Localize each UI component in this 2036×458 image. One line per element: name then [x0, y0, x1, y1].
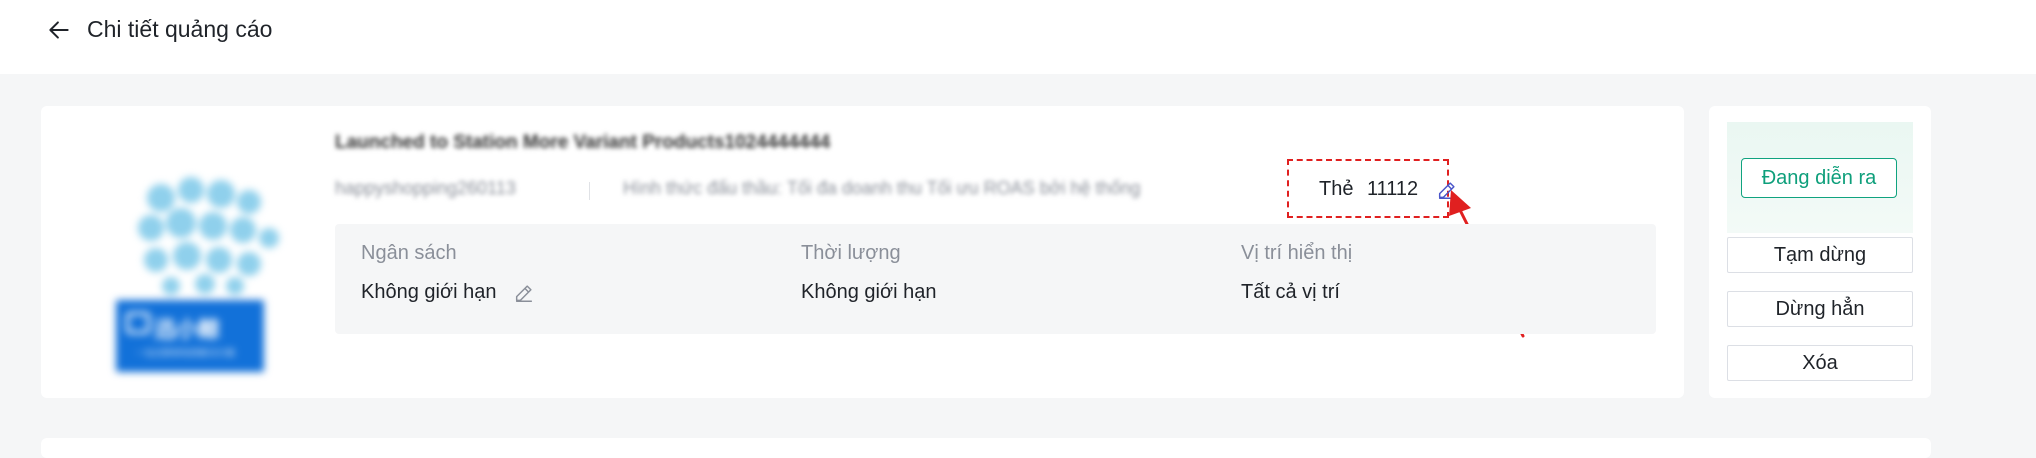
placement-value: Tất cả vị trí [1241, 281, 1340, 303]
status-area: Đang diễn ra [1727, 122, 1913, 233]
placement-label: Vị trí hiển thị [1241, 242, 1353, 264]
ad-title: Launched to Station More Variant Product… [335, 132, 831, 153]
tag-value: 11112 [1367, 178, 1419, 200]
package-icon [126, 312, 150, 334]
ad-detail-card: 迅小鲸 一站式跨境电商解决方案 Launched to Station More… [41, 106, 1684, 398]
header-bar: Chi tiết quảng cáo [0, 0, 2036, 74]
page-title: Chi tiết quảng cáo [87, 16, 273, 42]
meta-divider [589, 182, 590, 200]
ad-thumbnail[interactable]: 迅小鲸 一站式跨境电商解决方案 [101, 160, 311, 372]
bidding-method: Hình thức đấu thầu: Tối đa doanh thu Tối… [623, 178, 1141, 198]
tag-label: Thẻ [1319, 178, 1354, 200]
pause-button[interactable]: Tạm dừng [1727, 237, 1913, 273]
thumbnail-brand: 迅小鲸 [154, 317, 221, 342]
next-section-card [41, 438, 1931, 458]
stop-button[interactable]: Dừng hẳn [1727, 291, 1913, 327]
duration-value: Không giới hạn [801, 281, 937, 303]
delete-button[interactable]: Xóa [1727, 345, 1913, 381]
thumbnail-slogan: 一站式跨境电商解决方案 [136, 348, 236, 358]
status-badge: Đang diễn ra [1741, 158, 1897, 198]
edit-budget-icon[interactable] [513, 282, 535, 304]
budget-value: Không giới hạn [361, 281, 497, 303]
budget-label: Ngân sách [361, 242, 457, 264]
duration-label: Thời lượng [801, 242, 901, 264]
thumbnail-banner: 迅小鲸 一站式跨境电商解决方案 [116, 300, 264, 372]
ad-info-panel: Ngân sách Không giới hạn Thời lượng Khôn… [335, 224, 1656, 334]
status-actions-card: Đang diễn ra Tạm dừng Dừng hẳn Xóa [1709, 106, 1931, 398]
thumbnail-graphic [138, 177, 279, 295]
shop-name: happyshopping260113 [335, 178, 516, 198]
back-arrow-icon[interactable] [46, 17, 72, 43]
